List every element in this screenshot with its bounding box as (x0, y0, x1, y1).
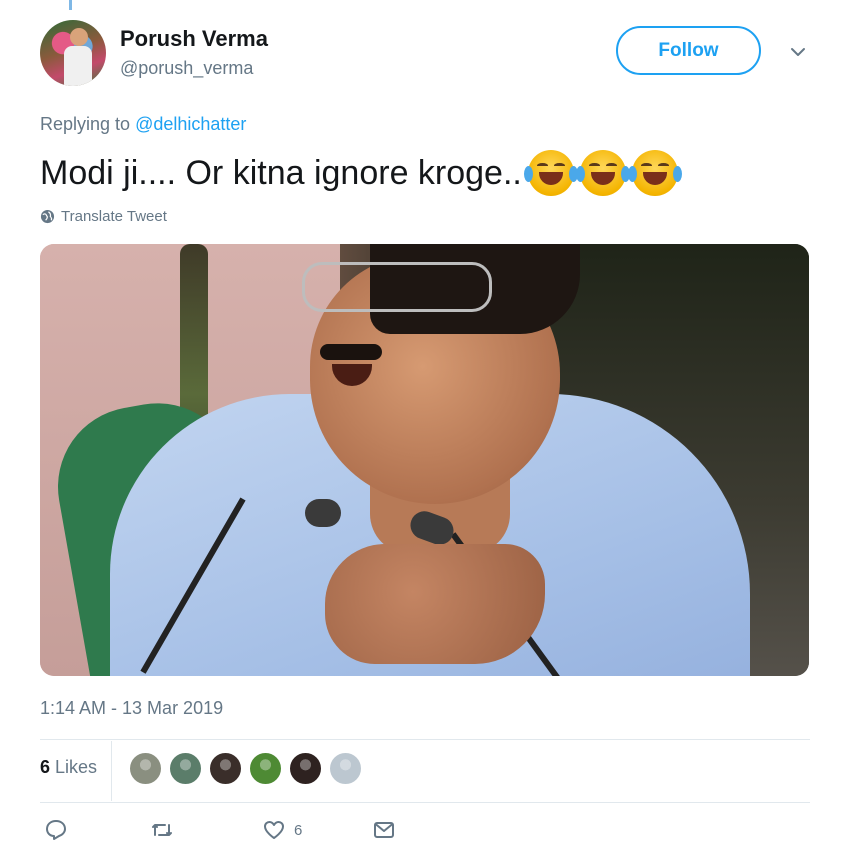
like-button[interactable]: 6 (262, 818, 302, 842)
user-avatar[interactable] (40, 20, 106, 86)
user-handle[interactable]: @porush_verma (120, 58, 253, 79)
retweet-button[interactable] (150, 818, 174, 842)
tweet-text: Modi ji.... Or kitna ignore kroge.. (40, 150, 682, 196)
globe-icon (40, 209, 55, 224)
user-display-name[interactable]: Porush Verma (120, 26, 268, 52)
liker-avatar[interactable] (248, 751, 283, 786)
replying-to: Replying to @delhichatter (40, 114, 246, 135)
tears-of-joy-emoji-icon (627, 150, 682, 196)
liker-avatar[interactable] (208, 751, 243, 786)
envelope-icon (374, 822, 394, 838)
likes-number: 6 (40, 757, 51, 777)
retweet-icon (152, 824, 172, 836)
like-count: 6 (294, 821, 303, 839)
likes-row: 6 Likes (40, 741, 810, 801)
tweet-timestamp[interactable]: 1:14 AM - 13 Mar 2019 (40, 698, 223, 719)
tweet-header: Porush Verma @porush_verma Follow (40, 20, 810, 86)
thread-line (69, 0, 72, 10)
likes-label: Likes (55, 757, 98, 777)
liker-avatar[interactable] (288, 751, 323, 786)
divider (40, 802, 810, 803)
reply-button[interactable] (44, 818, 68, 842)
liker-avatar[interactable] (328, 751, 363, 786)
heart-icon (264, 821, 284, 839)
likes-separator (111, 741, 112, 801)
likes-count-link[interactable]: 6 Likes (40, 757, 97, 778)
tears-of-joy-emoji-icon (575, 150, 630, 196)
tweet-actions: 6 (40, 818, 810, 850)
liker-avatar[interactable] (168, 751, 203, 786)
avatar-person-head (70, 28, 88, 46)
avatar-person-body (64, 46, 92, 86)
tweet-body: Modi ji.... Or kitna ignore kroge.. (40, 153, 522, 192)
tears-of-joy-emoji-icon (523, 150, 578, 196)
chevron-down-icon[interactable] (788, 42, 808, 62)
follow-button[interactable]: Follow (616, 26, 761, 75)
translate-label[interactable]: Translate Tweet (61, 208, 167, 225)
reply-mention-link[interactable]: @delhichatter (135, 114, 246, 134)
liker-avatars (128, 751, 363, 786)
reply-icon (46, 820, 66, 840)
replying-prefix: Replying to (40, 114, 131, 134)
tweet-photo[interactable] (40, 244, 809, 676)
liker-avatar[interactable] (128, 751, 163, 786)
translate-tweet-link[interactable]: Translate Tweet (40, 208, 167, 225)
divider (40, 739, 810, 740)
direct-message-button[interactable] (372, 818, 396, 842)
